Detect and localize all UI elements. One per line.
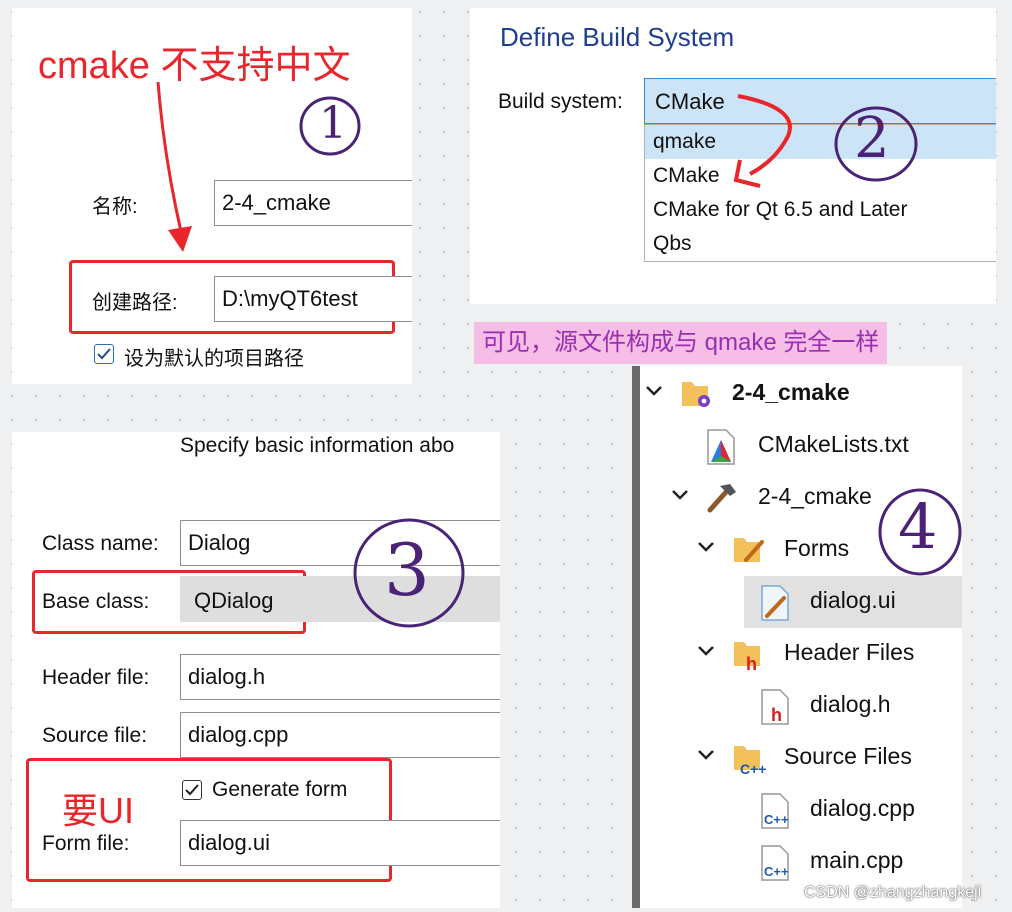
ui-file-icon <box>761 585 789 621</box>
dialog-h-label: dialog.h <box>810 691 891 717</box>
source-files-label: Source Files <box>784 743 912 769</box>
check-icon <box>185 784 199 796</box>
svg-text:h: h <box>771 705 782 725</box>
specify-info-heading: Specify basic information abo <box>180 434 455 457</box>
header-folder-icon: h <box>734 642 760 672</box>
step-two-label: 2 <box>854 106 890 171</box>
tree-row-cmakelists[interactable]: CMakeLists.txt <box>632 420 962 472</box>
csdn-watermark: CSDN @zhangzhangkeji <box>804 884 982 901</box>
default-path-checkbox[interactable] <box>94 344 114 364</box>
chevron-down-icon <box>672 490 688 500</box>
chevron-down-icon <box>698 750 714 760</box>
base-class-label: Base class: <box>42 590 150 613</box>
check-icon <box>97 348 111 360</box>
svg-text:h: h <box>746 654 757 672</box>
tree-row-main-cpp[interactable]: C++ main.cpp <box>632 836 962 888</box>
form-file-input[interactable]: dialog.ui <box>180 820 500 866</box>
source-folder-icon: C++ <box>734 746 766 776</box>
tree-row-source-files[interactable]: C++ Source Files <box>632 732 962 784</box>
form-file-label: Form file: <box>42 832 130 855</box>
class-name-label: Class name: <box>42 532 159 555</box>
path-label: 创建路径: <box>92 292 178 314</box>
target-label: 2-4_cmake <box>758 483 872 509</box>
chevron-down-icon <box>698 646 714 656</box>
default-path-label: 设为默认的项目路径 <box>124 348 304 370</box>
class-info-panel: Specify basic information abo Class name… <box>12 432 500 908</box>
tree-row-dialog-cpp[interactable]: C++ dialog.cpp <box>632 784 962 836</box>
tree-row-dialog-h[interactable]: h dialog.h <box>632 680 962 732</box>
cpp-file-icon: C++ <box>761 793 789 829</box>
chevron-down-icon <box>646 386 662 396</box>
project-folder-icon <box>682 382 710 407</box>
chevron-down-icon <box>698 542 714 552</box>
header-files-label: Header Files <box>784 639 915 665</box>
generate-form-label: Generate form <box>212 778 348 801</box>
tree-row-dialog-ui[interactable]: dialog.ui <box>744 576 962 628</box>
generate-form-checkbox[interactable] <box>182 780 202 800</box>
dialog-cpp-label: dialog.cpp <box>810 795 915 821</box>
header-file-icon: h <box>761 689 789 725</box>
step-four-label: 4 <box>898 490 938 563</box>
dialog-ui-label: dialog.ui <box>810 587 896 613</box>
base-class-value: QDialog <box>194 588 274 613</box>
hammer-icon <box>707 484 736 513</box>
svg-text:C++: C++ <box>740 761 766 776</box>
same-source-banner: 可见，源文件构成与 qmake 完全一样 <box>474 322 888 364</box>
step-three-label: 3 <box>384 528 430 612</box>
name-label: 名称: <box>92 196 138 218</box>
project-name-panel: cmake 不支持中文 1 名称: 2-4_cmake 创建路径: D:\myQ… <box>12 8 412 384</box>
main-cpp-label: main.cpp <box>810 847 904 873</box>
source-file-label: Source file: <box>42 724 148 747</box>
cmakelists-label: CMakeLists.txt <box>758 431 909 457</box>
forms-folder-icon <box>734 538 764 562</box>
tree-row-header-files[interactable]: h Header Files <box>632 628 962 680</box>
tree-row-project[interactable]: 2-4_cmake <box>632 368 962 420</box>
path-input[interactable]: D:\myQT6test <box>214 276 412 322</box>
project-name: 2-4_cmake <box>732 379 850 405</box>
name-input[interactable]: 2-4_cmake <box>214 180 412 226</box>
header-file-label: Header file: <box>42 666 150 689</box>
forms-label: Forms <box>784 535 850 561</box>
svg-text:C++: C++ <box>764 864 789 879</box>
step-one-label: 1 <box>319 98 347 149</box>
need-ui-annotation: 要UI <box>62 790 135 831</box>
svg-text:C++: C++ <box>764 812 789 827</box>
cmake-file-icon <box>707 429 735 465</box>
source-file-input[interactable]: dialog.cpp <box>180 712 500 758</box>
cpp-file-icon: C++ <box>761 845 789 881</box>
project-tree-panel: 2-4_cmake CMakeLists.txt 2-4_cmake Forms <box>632 366 962 908</box>
header-file-input[interactable]: dialog.h <box>180 654 500 700</box>
build-system-panel: Define Build System Build system: CMake … <box>470 8 996 304</box>
